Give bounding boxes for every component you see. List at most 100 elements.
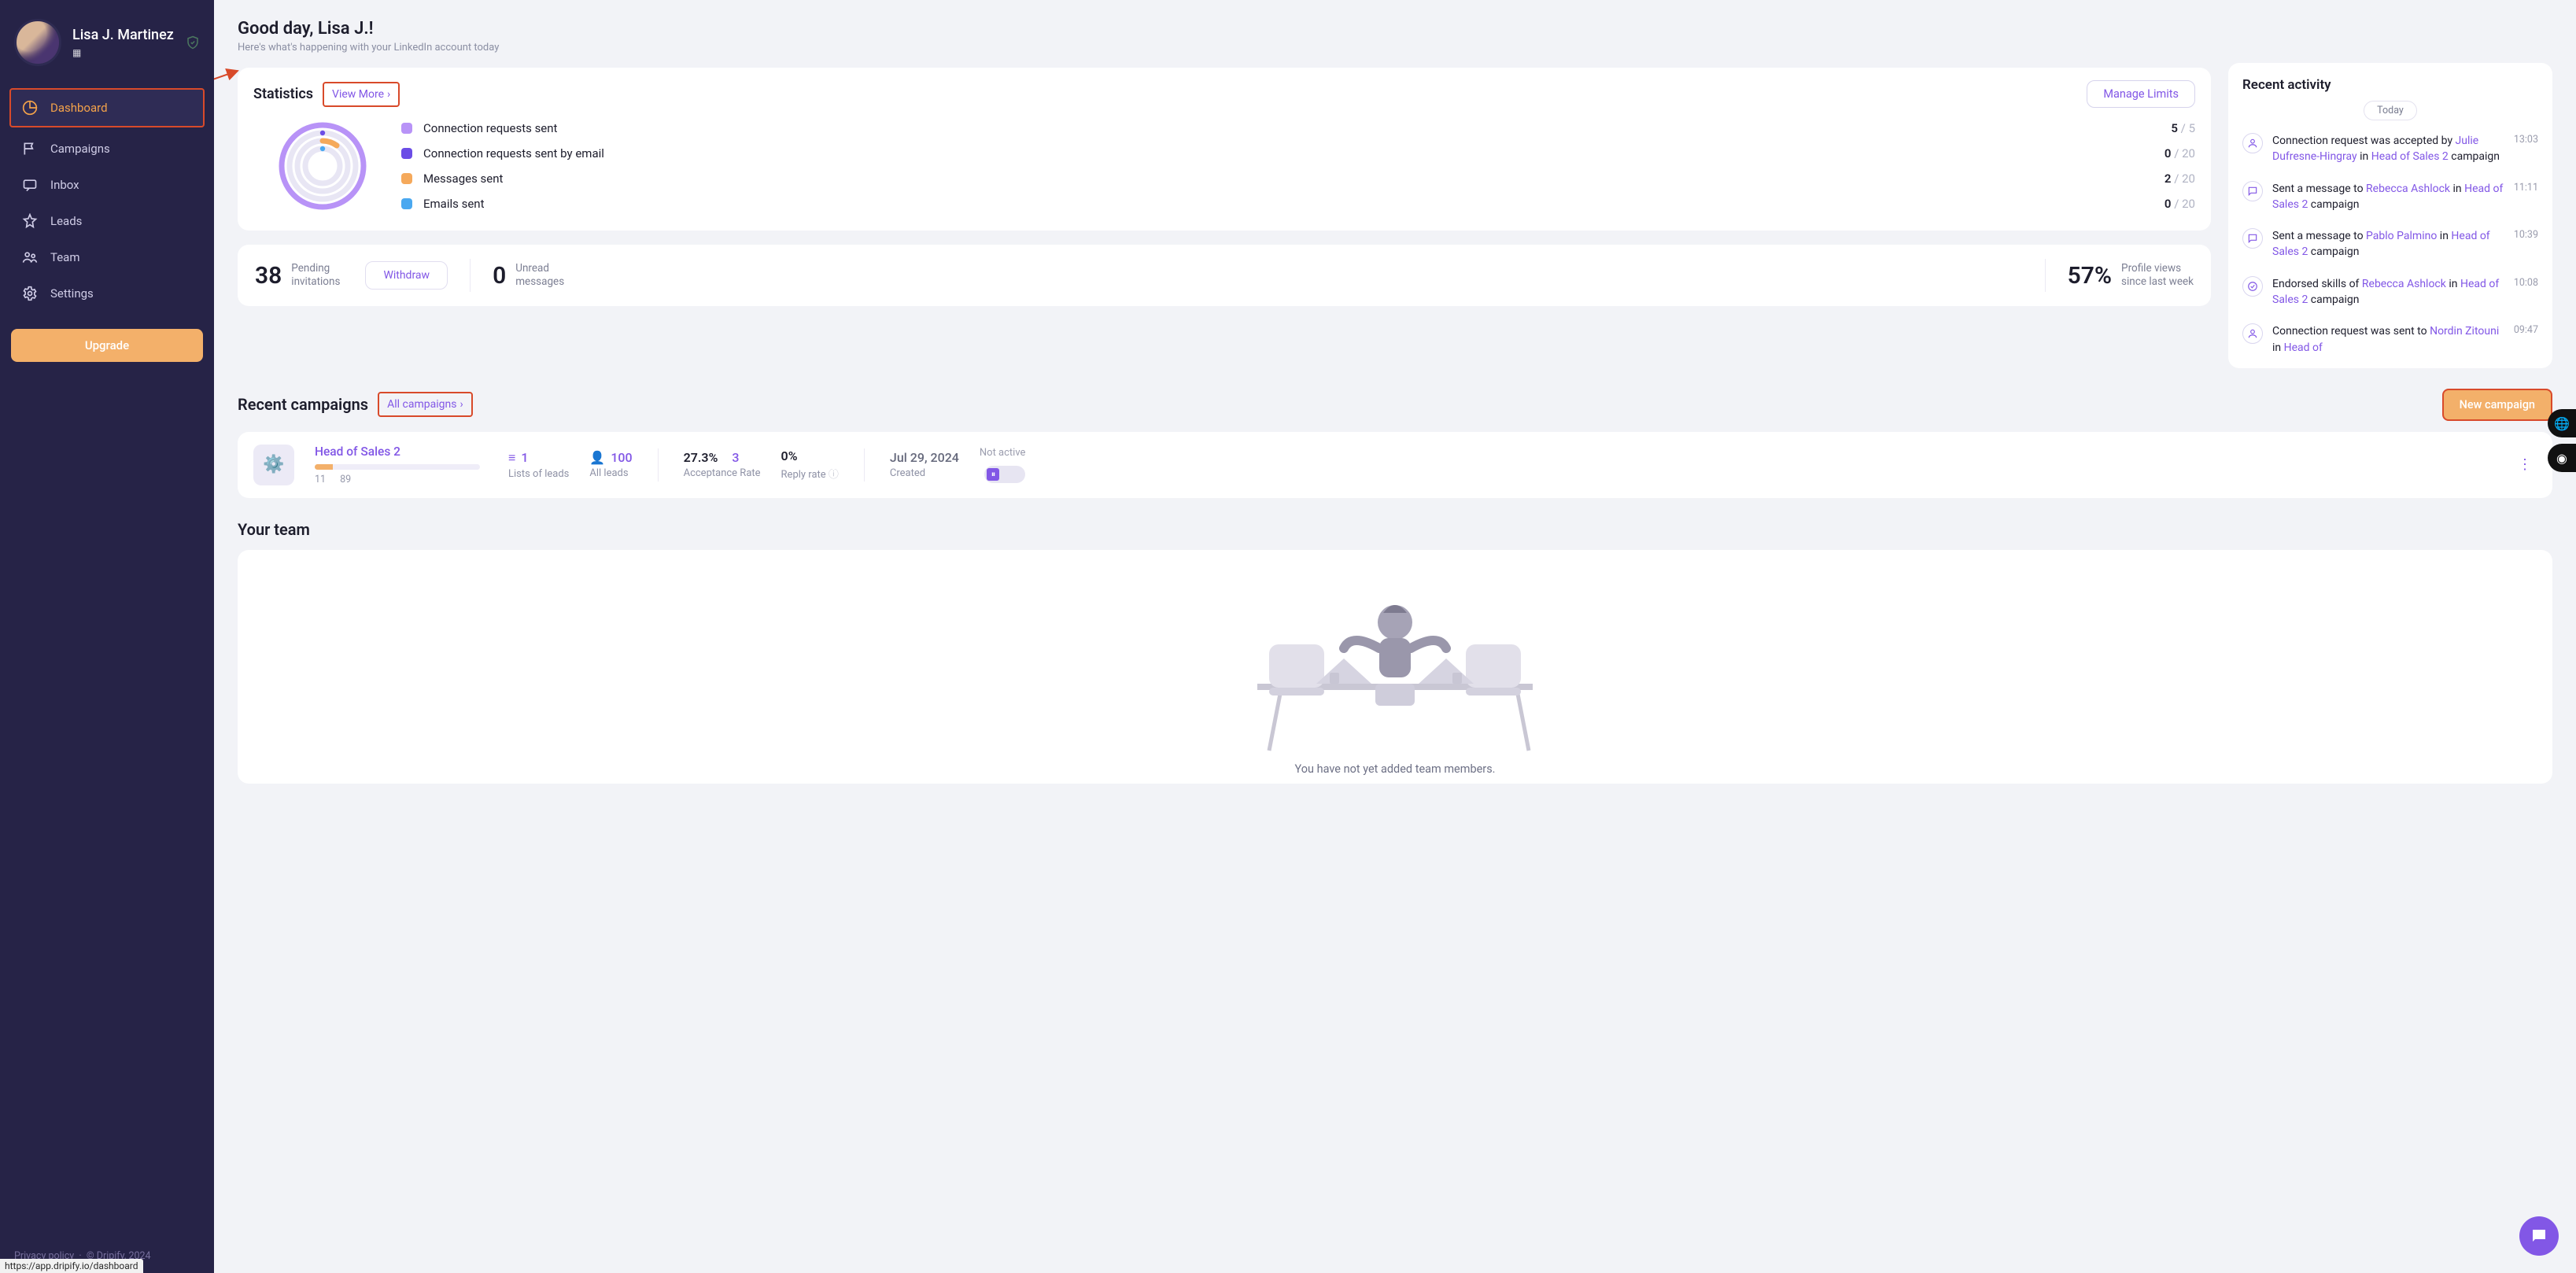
- acceptance-extra: 3: [732, 450, 739, 465]
- views-count: 57%: [2068, 262, 2112, 290]
- activity-person-link[interactable]: Pablo Palmino: [2366, 230, 2437, 242]
- sidebar-item-settings[interactable]: Settings: [11, 275, 203, 312]
- recent-activity-card: Recent activity Today Connection request…: [2228, 63, 2552, 368]
- sidebar-item-inbox[interactable]: Inbox: [11, 167, 203, 203]
- info-icon[interactable]: ⓘ: [829, 469, 839, 481]
- activity-row: Endorsed skills of Rebecca Ashlock in He…: [2242, 268, 2538, 316]
- activity-person-link[interactable]: Rebecca Ashlock: [2366, 183, 2450, 195]
- usage-donut-chart: [275, 119, 370, 213]
- profile-views: 57% Profile views since last week: [2068, 262, 2194, 290]
- reply-rate: 0%: [781, 448, 798, 463]
- chat-icon: [2242, 181, 2263, 201]
- leads-label: All leads: [589, 467, 632, 479]
- sidebar-item-campaigns[interactable]: Campaigns: [11, 131, 203, 167]
- leads-count: 100: [611, 450, 632, 465]
- all-campaigns-button[interactable]: All campaigns ›: [378, 392, 473, 417]
- stat-label: Messages sent: [423, 172, 503, 186]
- pause-icon: ⏸: [987, 468, 999, 481]
- sidebar-item-label: Dashboard: [50, 101, 108, 115]
- sidebar: Lisa J. Martinez ▦ Dashboard Campaigns I…: [0, 0, 214, 1273]
- divider: [864, 448, 865, 482]
- check-icon: [2242, 276, 2263, 297]
- stat-value: 2 / 20: [2165, 172, 2195, 186]
- chat-icon: [2242, 228, 2263, 249]
- acceptance-rate: 27.3%: [684, 450, 718, 465]
- activity-time: 10:08: [2514, 276, 2538, 308]
- greeting: Good day, Lisa J.! Here's what's happeni…: [238, 19, 2211, 54]
- new-campaign-button[interactable]: New campaign: [2442, 389, 2552, 421]
- unread-label: Unread messages: [515, 262, 564, 289]
- divider: [658, 448, 659, 482]
- statistics-heading: Statistics: [253, 86, 313, 102]
- all-campaigns-label: All campaigns: [387, 398, 456, 411]
- activity-row: Connection request was sent to Nordin Zi…: [2242, 315, 2538, 363]
- avatar[interactable]: [14, 19, 61, 66]
- pending-label: Pending invitations: [291, 262, 340, 289]
- profile-name: Lisa J. Martinez: [72, 27, 174, 44]
- reply-cell: 0% Reply rate ⓘ: [781, 448, 839, 481]
- team-empty-card: You have not yet added team members.: [238, 550, 2552, 784]
- nav: Dashboard Campaigns Inbox Leads Team Set…: [11, 90, 203, 312]
- color-swatch: [401, 123, 412, 134]
- campaign-title[interactable]: Head of Sales 2: [315, 445, 488, 459]
- activity-text: Endorsed skills of Rebecca Ashlock in He…: [2272, 276, 2504, 308]
- chat-bubble-icon[interactable]: [2519, 1216, 2559, 1256]
- sidebar-item-dashboard[interactable]: Dashboard: [9, 88, 205, 127]
- upgrade-button[interactable]: Upgrade: [11, 329, 203, 362]
- user-icon: 👤: [589, 450, 605, 465]
- team-section: Your team: [238, 520, 2552, 784]
- annotation-arrow: [214, 66, 245, 98]
- activity-text: Connection request was sent to Nordin Zi…: [2272, 323, 2504, 356]
- chevron-right-icon: ›: [387, 88, 390, 101]
- divider: [470, 259, 471, 292]
- translate-widget-icon[interactable]: 🌐: [2548, 409, 2576, 437]
- created-cell: Jul 29, 2024 Created: [890, 450, 959, 479]
- sidebar-item-leads[interactable]: Leads: [11, 203, 203, 239]
- recent-campaigns-header: Recent campaigns All campaigns › New cam…: [238, 389, 2552, 421]
- stat-row: Emails sent 0 / 20: [401, 197, 2195, 211]
- color-swatch: [401, 148, 412, 159]
- progress-total: 89: [340, 474, 351, 485]
- stat-value: 5 / 5: [2171, 121, 2195, 135]
- color-swatch: [401, 198, 412, 209]
- chevron-right-icon: ›: [459, 398, 463, 411]
- team-heading: Your team: [238, 520, 2552, 539]
- profile-block: Lisa J. Martinez ▦: [11, 14, 203, 85]
- sidebar-item-label: Settings: [50, 286, 94, 301]
- activity-person-link[interactable]: Nordin Zitouni: [2430, 325, 2499, 338]
- team-empty-message: You have not yet added team members.: [253, 762, 2537, 776]
- stat-value: 0 / 20: [2165, 197, 2195, 211]
- activity-time: 11:11: [2514, 181, 2538, 213]
- created-date: Jul 29, 2024: [890, 450, 959, 465]
- stat-row: Connection requests sent by email 0 / 20: [401, 146, 2195, 161]
- profile-badge: ▦: [72, 47, 174, 58]
- page-subtitle: Here's what's happening with your Linked…: [238, 42, 2211, 54]
- user-icon: [2242, 133, 2263, 153]
- shield-icon: [186, 35, 200, 50]
- campaign-toggle[interactable]: ⏸: [984, 466, 1025, 483]
- divider: [2045, 259, 2046, 292]
- campaign-row[interactable]: ⚙️ Head of Sales 2 1189 ≡1 Lists of lead…: [238, 432, 2552, 498]
- activity-time: 13:03: [2514, 133, 2538, 165]
- views-label: Profile views since last week: [2121, 262, 2194, 289]
- pending-invitations: 38 Pending invitations: [255, 262, 340, 290]
- today-pill: Today: [2364, 101, 2417, 120]
- campaign-menu-icon[interactable]: ⋮: [2513, 456, 2537, 473]
- assistant-widget-icon[interactable]: ◉: [2548, 444, 2576, 472]
- gear-icon: [22, 286, 38, 301]
- activity-row: Connection request was accepted by Julie…: [2242, 125, 2538, 173]
- view-more-button[interactable]: View More ›: [323, 82, 400, 107]
- counters-card: 38 Pending invitations Withdraw 0 Unread…: [238, 245, 2211, 306]
- lists-count: 1: [521, 450, 528, 465]
- sidebar-item-team[interactable]: Team: [11, 239, 203, 275]
- star-icon: [22, 213, 38, 229]
- withdraw-button[interactable]: Withdraw: [365, 261, 448, 290]
- activity-campaign-link[interactable]: Head of: [2284, 341, 2323, 354]
- manage-limits-button[interactable]: Manage Limits: [2087, 80, 2195, 108]
- campaign-progress: [315, 464, 480, 470]
- stat-label: Emails sent: [423, 197, 484, 211]
- activity-person-link[interactable]: Rebecca Ashlock: [2362, 278, 2446, 290]
- activity-campaign-link[interactable]: Head of Sales 2: [2371, 150, 2449, 163]
- message-icon: [22, 177, 38, 193]
- sidebar-item-label: Campaigns: [50, 142, 110, 156]
